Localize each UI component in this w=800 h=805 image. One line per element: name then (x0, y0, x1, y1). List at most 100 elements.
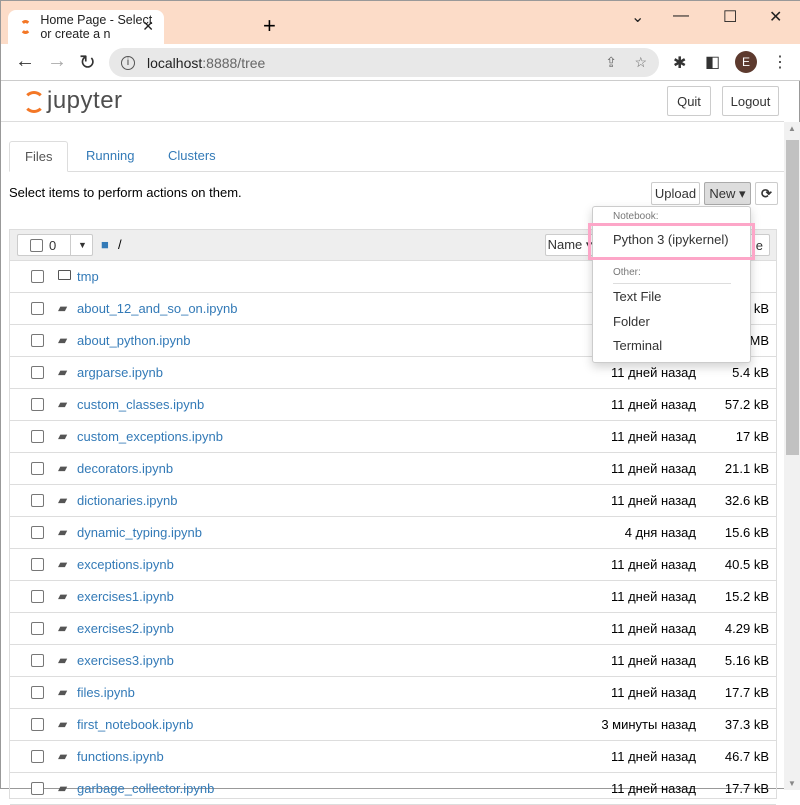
browser-tab[interactable]: Home Page - Select or create a n ✕ (8, 10, 164, 44)
tab-clusters[interactable]: Clusters (153, 141, 231, 172)
quit-button[interactable]: Quit (667, 86, 711, 116)
new-tab-icon[interactable]: + (263, 13, 276, 39)
row-checkbox[interactable] (31, 494, 44, 507)
row-checkbox[interactable] (31, 750, 44, 763)
file-modified: 11 дней назад (610, 557, 696, 572)
back-icon[interactable]: ← (15, 50, 35, 73)
row-checkbox[interactable] (31, 686, 44, 699)
file-row[interactable]: ▰ exercises3.ipynb 11 дней назад 5.16 kB (10, 645, 776, 677)
info-icon[interactable]: i (121, 55, 135, 70)
close-window-icon[interactable]: ✕ (769, 7, 782, 27)
file-name-link[interactable]: about_12_and_so_on.ipynb (77, 301, 237, 316)
side-panel-icon[interactable]: ◧ (705, 52, 720, 72)
row-checkbox[interactable] (31, 590, 44, 603)
file-row[interactable]: ▰ files.ipynb 11 дней назад 17.7 kB (10, 677, 776, 709)
bookmark-star-icon[interactable]: ☆ (634, 54, 647, 71)
file-modified: 11 дней назад (610, 589, 696, 604)
logout-button[interactable]: Logout (722, 86, 779, 116)
refresh-icon[interactable]: ⟳ (755, 182, 778, 205)
file-modified: 11 дней назад (610, 461, 696, 476)
scrollbar[interactable]: ▲ ▼ (784, 122, 800, 790)
file-name-link[interactable]: first_notebook.ipynb (77, 717, 193, 732)
file-name-link[interactable]: exceptions.ipynb (77, 557, 174, 572)
file-row[interactable]: ▰ dictionaries.ipynb 11 дней назад 32.6 … (10, 485, 776, 517)
selected-count: 0 (49, 237, 57, 253)
notebook-icon: ▰ (58, 429, 68, 443)
share-icon[interactable]: ⇪ (605, 54, 617, 71)
row-checkbox[interactable] (31, 302, 44, 315)
close-tab-icon[interactable]: ✕ (142, 18, 154, 35)
notebook-icon: ▰ (58, 333, 68, 347)
file-name-link[interactable]: about_python.ipynb (77, 333, 190, 348)
row-checkbox[interactable] (31, 622, 44, 635)
file-row[interactable]: ▰ decorators.ipynb 11 дней назад 21.1 kB (10, 453, 776, 485)
menu-item-terminal[interactable]: Terminal (613, 338, 662, 353)
file-name-link[interactable]: custom_exceptions.ipynb (77, 429, 223, 444)
row-checkbox[interactable] (31, 398, 44, 411)
file-name-link[interactable]: dynamic_typing.ipynb (77, 525, 202, 540)
menu-item-text-file[interactable]: Text File (613, 289, 661, 304)
file-row[interactable]: ▰ custom_classes.ipynb 11 дней назад 57.… (10, 389, 776, 421)
file-name-link[interactable]: tmp (77, 269, 99, 284)
maximize-icon[interactable]: ☐ (723, 7, 737, 27)
file-name-link[interactable]: functions.ipynb (77, 749, 164, 764)
chevron-down-icon[interactable]: ▼ (70, 235, 94, 255)
jupyter-logo[interactable]: jupyter (21, 87, 123, 115)
row-checkbox[interactable] (31, 366, 44, 379)
row-checkbox[interactable] (31, 558, 44, 571)
file-size: 5.16 kB (724, 653, 769, 668)
file-name-link[interactable]: exercises1.ipynb (77, 589, 174, 604)
notebook-icon: ▰ (58, 525, 68, 539)
extensions-icon[interactable]: ✱ (673, 53, 686, 73)
notebook-icon: ▰ (58, 589, 68, 603)
row-checkbox[interactable] (31, 526, 44, 539)
row-checkbox[interactable] (31, 270, 44, 283)
file-row[interactable]: ▰ first_notebook.ipynb 3 минуты назад 37… (10, 709, 776, 741)
tab-files[interactable]: Files (9, 141, 69, 172)
file-name-link[interactable]: exercises2.ipynb (77, 621, 174, 636)
menu-item-folder[interactable]: Folder (613, 314, 650, 329)
file-row[interactable]: ▰ exercises1.ipynb 11 дней назад 15.2 kB (10, 581, 776, 613)
file-name-link[interactable]: argparse.ipynb (77, 365, 163, 380)
file-row[interactable]: ▰ functions.ipynb 11 дней назад 46.7 kB (10, 741, 776, 773)
avatar[interactable]: E (735, 51, 757, 73)
file-name-link[interactable]: files.ipynb (77, 685, 135, 700)
new-button[interactable]: New ▾ (704, 182, 751, 205)
select-all-checkbox[interactable] (30, 238, 43, 252)
address-bar[interactable]: i localhost:8888/tree ⇪ ☆ (109, 48, 659, 77)
browser-toolbar: ← → ↻ i localhost:8888/tree ⇪ ☆ ✱ ◧ E ⋮ (1, 44, 800, 81)
scroll-up-icon[interactable]: ▲ (788, 124, 796, 133)
row-checkbox[interactable] (31, 334, 44, 347)
tab-running[interactable]: Running (71, 141, 149, 172)
file-modified: 11 дней назад (610, 685, 696, 700)
scrollbar-thumb[interactable] (786, 140, 799, 455)
row-checkbox[interactable] (31, 718, 44, 731)
notebook-icon: ▰ (58, 461, 68, 475)
url-host: localhost (147, 54, 203, 71)
file-row[interactable]: ▰ exercises2.ipynb 11 дней назад 4.29 kB (10, 613, 776, 645)
file-row[interactable]: ▰ exceptions.ipynb 11 дней назад 40.5 kB (10, 549, 776, 581)
breadcrumb[interactable]: / (118, 237, 122, 252)
upload-button[interactable]: Upload (651, 182, 700, 205)
menu-icon[interactable]: ⋮ (772, 52, 788, 72)
file-modified: 11 дней назад (610, 429, 696, 444)
row-checkbox[interactable] (31, 654, 44, 667)
scroll-down-icon[interactable]: ▼ (788, 779, 796, 788)
row-checkbox[interactable] (31, 462, 44, 475)
file-row[interactable]: ▰ garbage_collector.ipynb 11 дней назад … (10, 773, 776, 805)
file-name-link[interactable]: exercises3.ipynb (77, 653, 174, 668)
file-size: 15.2 kB (724, 589, 769, 604)
forward-icon[interactable]: → (47, 50, 67, 73)
notebook-icon: ▰ (58, 781, 68, 795)
minimize-icon[interactable]: — (673, 7, 689, 25)
reload-icon[interactable]: ↻ (79, 50, 96, 75)
select-all-dropdown[interactable]: 0 ▼ (17, 234, 93, 256)
file-row[interactable]: ▰ custom_exceptions.ipynb 11 дней назад … (10, 421, 776, 453)
file-name-link[interactable]: dictionaries.ipynb (77, 493, 177, 508)
file-row[interactable]: ▰ dynamic_typing.ipynb 4 дня назад 15.6 … (10, 517, 776, 549)
file-name-link[interactable]: custom_classes.ipynb (77, 397, 204, 412)
notebook-icon: ▰ (58, 397, 68, 411)
tab-search-icon[interactable]: ⌄ (631, 7, 644, 27)
row-checkbox[interactable] (31, 430, 44, 443)
file-name-link[interactable]: decorators.ipynb (77, 461, 173, 476)
